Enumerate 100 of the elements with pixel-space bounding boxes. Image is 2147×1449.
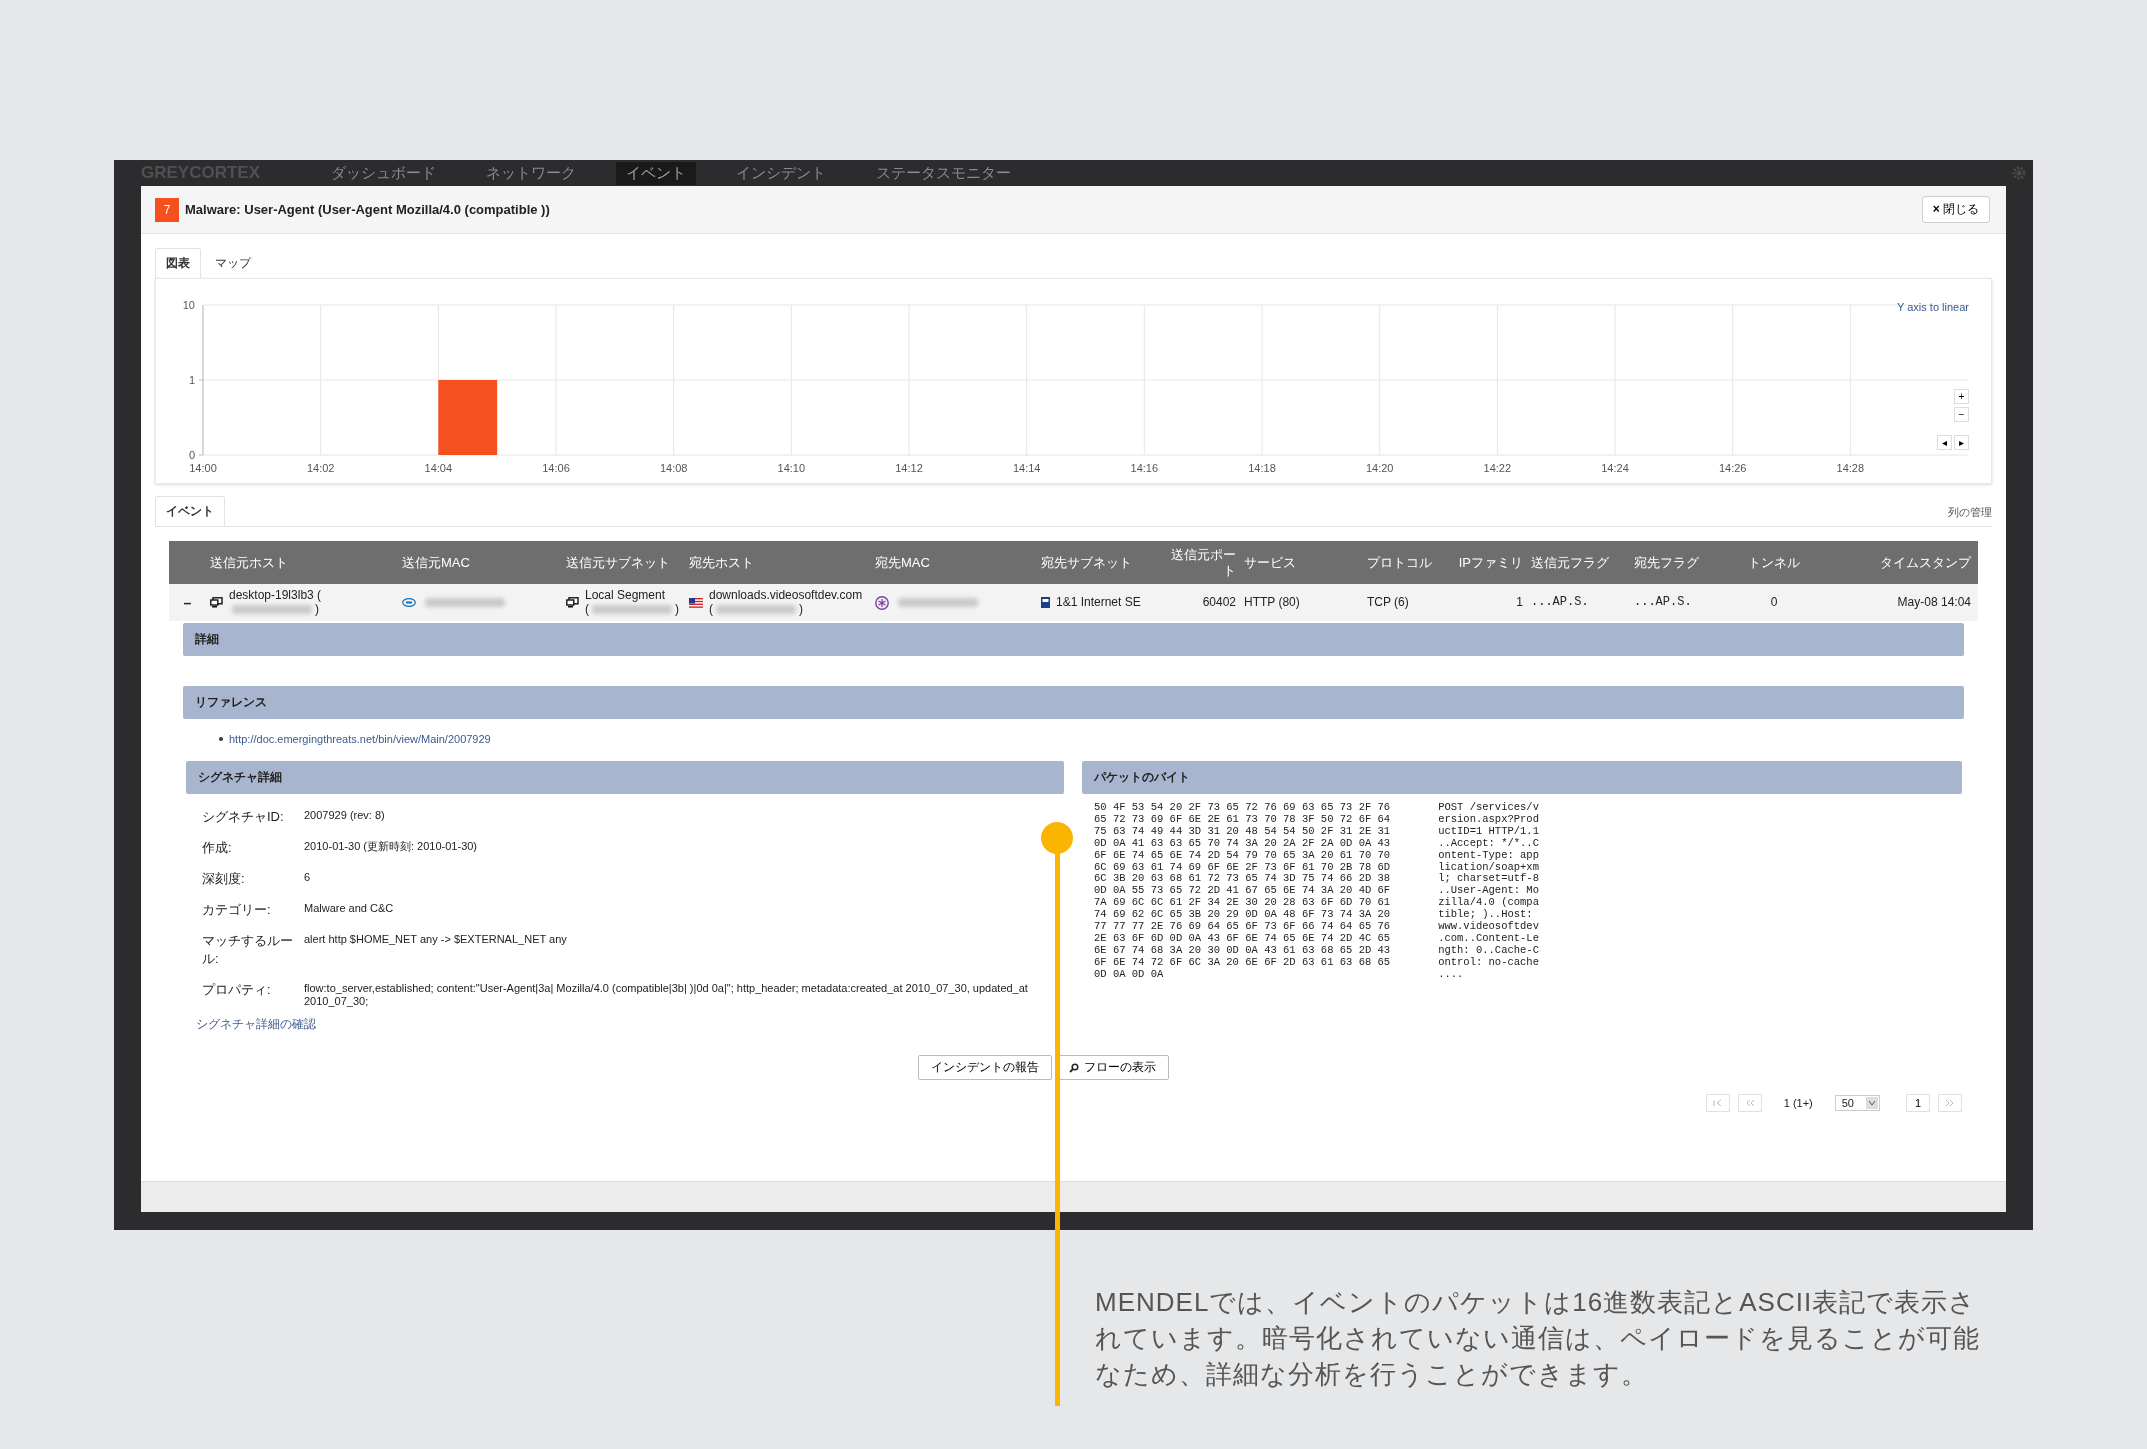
column-header[interactable]: IPファミリ [1456,554,1523,571]
field-label: マッチするルール: [202,932,294,968]
tab[interactable]: イベント [155,496,225,526]
field-label: 作成: [202,839,233,857]
field-value: 2007929 (rev: 8) [304,808,386,823]
axis-label: 14:02 [306,462,335,474]
signature-details-link[interactable]: シグネチャ詳細の確認 [186,1016,316,1034]
table-row[interactable]: – desktop-19l3lb3 ( ) Local Segment ( ) downloads.videosoftdev.com ( ) 1&1 Internet SE 60402 HTTP (80) TCP (6) 1 ...AP.S. ...AP.S. 0 May-08 14:04 [169,584,1978,621]
previous-page-button[interactable] [1737,1094,1762,1113]
table-cell: 0 [1770,595,1778,610]
table-cell: 60402 [1202,595,1236,610]
table-cell: May-08 14:04 [1897,595,1971,610]
computer-icon [566,597,579,608]
page-button[interactable]: 1 [1906,1094,1930,1113]
field-value: 6 [304,870,312,885]
table-cell: TCP (6) [1367,595,1409,610]
column-header[interactable]: 宛先サブネット [1041,554,1163,571]
axis-label: 14:26 [1718,462,1747,474]
double-chevron-right-icon [1945,1099,1955,1108]
ascii-dump: POST /services/v ersion.aspx?Prod uctID=1 HTTP/1.1 ..Accept: */*..C ontent-Type: app lication/soap+xm l; charset=utf-8 ..User-Agent: Mo zilla/4.0 (compa tible; )..Host: www.videosoftdev .com..Content-Le ngth: 0..Cache-C ontrol: no-cache .... [1438,802,1539,981]
hex-dump: 50 4F 53 54 20 2F 73 65 72 76 69 63 65 73 2F 76 65 72 73 69 6F 6E 2E 61 73 70 78 3F 50 72 6F 64 75 63 74 49 44 3D 31 20 48 54 54 50 2F 31 2E 31 0D 0A 41 63 63 65 70 74 3A 20 2A 2F 2A 0D 0A 43 6F 6E 74 65 6E 74 2D 54 79 70 65 3A 20 61 70 70 6C 69 63 61 74 69 6F 6E 2F 73 6F 61 70 2B 78 6D 6C 3B 20 63 68 61 72 73 65 74 3D 75 74 66 2D 38 0D 0A 55 73 65 72 2D 41 67 65 6E 74 3A 20 4D 6F 7A 69 6C 6C 61 2F 34 2E 30 20 28 63 6F 6D 70 61 74 69 62 6C 65 3B 20 29 0D 0A 48 6F 73 74 3A 20 77 77 77 2E 76 69 64 65 6F 73 6F 66 74 64 65 76 2E 63 6F 6D 0D 0A 43 6F 6E 74 65 6E 74 2D 4C 65 6E 67 74 68 3A 20 30 0D 0A 43 61 63 68 65 2D 43 6F 6E 74 72 6F 6C 3A 20 6E 6F 2D 63 61 63 68 65 0D 0A 0D 0A [1094,802,1391,981]
y-axis-toggle-link[interactable]: Y axis to linear [1897,301,1969,313]
field-label: 深刻度: [202,870,246,888]
field-label: シグネチャID: [202,808,285,826]
tab[interactable]: マップ [205,249,261,278]
axis-label: 14:10 [777,462,806,474]
pan-right-button[interactable]: ▸ [1954,435,1969,450]
page-info: 1 (1+) [1783,1097,1813,1110]
field-label: プロパティ: [202,981,272,999]
column-header[interactable]: プロトコル [1367,554,1448,571]
chip-logo-icon [402,598,416,607]
nav-item[interactable]: イベント [616,161,696,185]
zoom-out-button[interactable]: − [1954,407,1969,422]
column-header[interactable]: 宛先MAC [875,554,1033,571]
page-size-select[interactable]: 50 [1834,1095,1880,1112]
first-page-button[interactable] [1705,1094,1730,1113]
column-header[interactable]: 宛先フラグ [1634,554,1736,571]
dialog-title: Malware: User-Agent (User-Agent Mozilla/4.0 (compatible )) [185,202,550,217]
table-cell: 1 [1516,595,1523,610]
action-button[interactable]: インシデントの報告 [918,1055,1052,1081]
collapse-toggle[interactable]: – [183,594,192,611]
double-chevron-left-icon [1744,1099,1755,1108]
table-cell: 1&1 Internet SE [1056,595,1141,610]
reference-link[interactable]: http://doc.emergingthreats.net/bin/view/Main/2007929 [229,733,491,745]
axis-label: 14:20 [1365,462,1394,474]
field-value: alert http $HOME_NET any -> $EXTERNAL_NET any [304,932,568,947]
section-header: リファレンス [183,686,1964,719]
table-cell: HTTP (80) [1244,595,1300,610]
nav-item[interactable]: インシデント [726,161,836,185]
column-header[interactable]: サービス [1244,554,1359,571]
axis-label: 1 [188,374,195,386]
table-cell: ...AP.S. [1634,595,1692,610]
computer-icon [210,597,223,608]
first-page-icon [1712,1099,1723,1108]
column-header[interactable]: タイムスタンプ [1812,554,1971,571]
axis-label: 14:28 [1836,462,1865,474]
column-header[interactable]: 送信元ホスト [210,554,394,571]
pan-left-button[interactable]: ◂ [1937,435,1952,450]
vendor-logo-icon [875,595,889,610]
manage-columns-link[interactable]: 列の管理 [1948,505,1992,526]
column-header[interactable]: 送信元フラグ [1531,554,1626,571]
axis-label: 14:04 [424,462,453,474]
callout-text: MENDELでは、イベントのパケットは16進数表記とASCII表記で表示されています。暗号化されていない通信は、ペイロードを見ることが可能なため、詳細な分析を行うことができます。 [1095,1286,1981,1391]
tab[interactable]: 図表 [155,248,201,278]
provider-logo-icon [1041,597,1050,608]
column-header[interactable]: 宛先ホスト [689,554,867,571]
field-value: 2010-01-30 (更新時刻: 2010-01-30) [304,839,479,854]
zoom-in-button[interactable]: + [1954,389,1969,404]
table-cell: ...AP.S. [1531,595,1589,610]
table-cell: Local Segment ( ) [585,588,679,617]
axis-label: 14:22 [1483,462,1512,474]
axis-label: 14:16 [1130,462,1159,474]
axis-label: 14:00 [189,462,217,474]
section-header: シグネチャ詳細 [186,761,1064,794]
nav-item[interactable]: ネットワーク [476,161,586,185]
axis-label: 14:14 [1012,462,1041,474]
column-header[interactable]: 送信元サブネット [566,554,681,571]
axis-label: 14:08 [659,462,688,474]
flag-icon [689,597,703,608]
search-icon [1069,1062,1079,1073]
axis-label: 14:06 [542,462,570,474]
settings-icon[interactable] [2012,166,2026,180]
table-cell-text: desktop-19l3lb3 ( ) [229,588,323,617]
section-header: パケットのバイト [1082,761,1962,794]
nav-item[interactable]: ステータスモニター [866,161,1021,185]
nav-item[interactable]: ダッシュボード [321,161,446,185]
column-header[interactable]: 送信元ポート [1171,546,1236,579]
axis-label: 14:12 [895,462,923,474]
table-cell: downloads.videosoftdev.com ( ) [709,588,863,617]
axis-label: 10 [182,299,195,311]
field-value: flow:to_server,established; content:"User-Agent|3a| Mozilla/4.0 (compatible|3b| )|0d 0a|"; http_header; metadata:created_at 2010_07_30, updated_at 2010_07_30; [304,981,1029,1009]
column-header[interactable]: トンネル [1744,554,1804,571]
close-button[interactable]: × 閉じる [1921,196,1990,223]
axis-label: 0 [188,449,195,461]
field-label: カテゴリー: [202,901,272,919]
severity-badge: 7 [155,197,179,222]
bullet-icon [219,737,223,741]
column-header[interactable]: 送信元MAC [402,554,558,571]
next-page-button[interactable] [1938,1094,1962,1113]
section-header: 詳細 [183,623,1964,656]
